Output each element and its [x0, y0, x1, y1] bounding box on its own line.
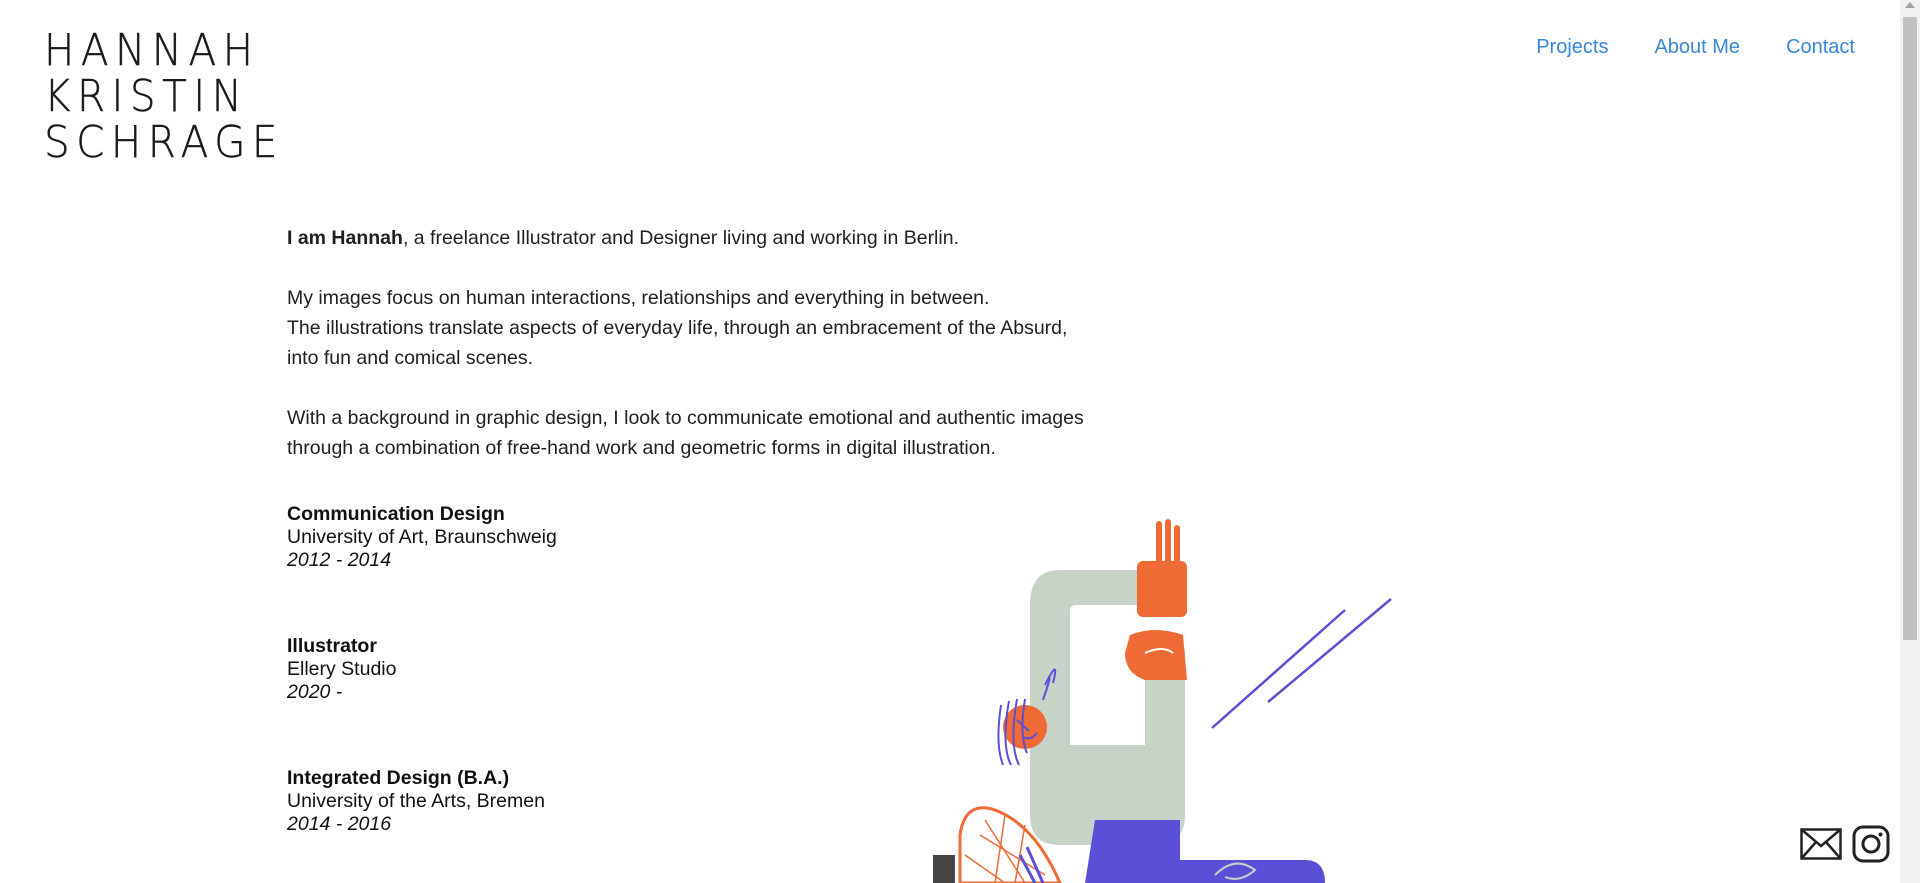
cv-place: University of Art, Braunschweig — [287, 526, 557, 548]
bio-text: I am Hannah, a freelance Illustrator and… — [287, 223, 1147, 463]
dark-object — [933, 855, 955, 883]
cv-place: University of the Arts, Bremen — [287, 790, 545, 812]
figure-fist — [1125, 630, 1187, 680]
diagonal-line — [1267, 598, 1392, 703]
diagonal-line — [1211, 609, 1346, 729]
scrollbar-thumb[interactable] — [1903, 17, 1917, 640]
figure-finger — [1156, 521, 1162, 565]
figure-arm — [1030, 570, 1137, 745]
cv-title: Integrated Design (B.A.) — [287, 767, 510, 789]
instagram-icon[interactable] — [1852, 825, 1890, 868]
cv-years: 2014 - 2016 — [287, 813, 392, 835]
cv-years: 2020 - — [287, 681, 343, 703]
bio-para2-line2: The illustrations translate aspects of e… — [287, 317, 1068, 339]
figure-finger — [1174, 525, 1180, 565]
scroll-up-arrow-icon[interactable] — [1905, 2, 1915, 8]
mail-icon[interactable] — [1800, 828, 1842, 865]
bio-para2-line1: My images focus on human interactions, r… — [287, 287, 990, 309]
bio-intro-rest: , a freelance Illustrator and Designer l… — [402, 227, 959, 249]
figure-hand — [1137, 561, 1187, 617]
bio-intro-name: I am Hannah — [287, 227, 403, 249]
logo-line-1: HANNAH — [44, 25, 260, 76]
cv-place: Ellery Studio — [287, 658, 397, 680]
bio-para3-line1: With a background in graphic design, I l… — [287, 407, 1084, 429]
social-links — [1800, 825, 1890, 868]
main-nav: Projects About Me Contact — [1536, 33, 1855, 61]
bio-para3-line2: through a combination of free-hand work … — [287, 437, 996, 459]
cv-title: Illustrator — [287, 635, 377, 657]
nav-about-link[interactable]: About Me — [1654, 33, 1740, 61]
logo[interactable]: HANNAH KRISTIN SCHRAGE — [44, 25, 284, 173]
cv-entry: Communication Design University of Art, … — [287, 503, 557, 572]
nav-projects-link[interactable]: Projects — [1536, 33, 1608, 61]
page: HANNAH KRISTIN SCHRAGE Projects About Me… — [0, 0, 1920, 883]
bio-intro: I am Hannah, a freelance Illustrator and… — [287, 223, 1147, 253]
figure-finger — [1165, 519, 1171, 565]
logo-line-2: KRISTIN — [44, 71, 249, 122]
cv-title: Communication Design — [287, 503, 505, 525]
cv-years: 2012 - 2014 — [287, 549, 392, 571]
bio-para2-line3: into fun and comical scenes. — [287, 347, 534, 369]
vertical-scrollbar[interactable] — [1900, 0, 1920, 883]
figure-legs — [1085, 820, 1325, 883]
cv-entry: Illustrator Ellery Studio 2020 - — [287, 635, 396, 704]
character-illustration — [933, 519, 1392, 883]
pencils — [1018, 846, 1045, 883]
nav-contact-link[interactable]: Contact — [1786, 33, 1855, 61]
logo-line-3: SCHRAGE — [44, 117, 284, 168]
cv-entry: Integrated Design (B.A.) University of t… — [287, 767, 545, 836]
